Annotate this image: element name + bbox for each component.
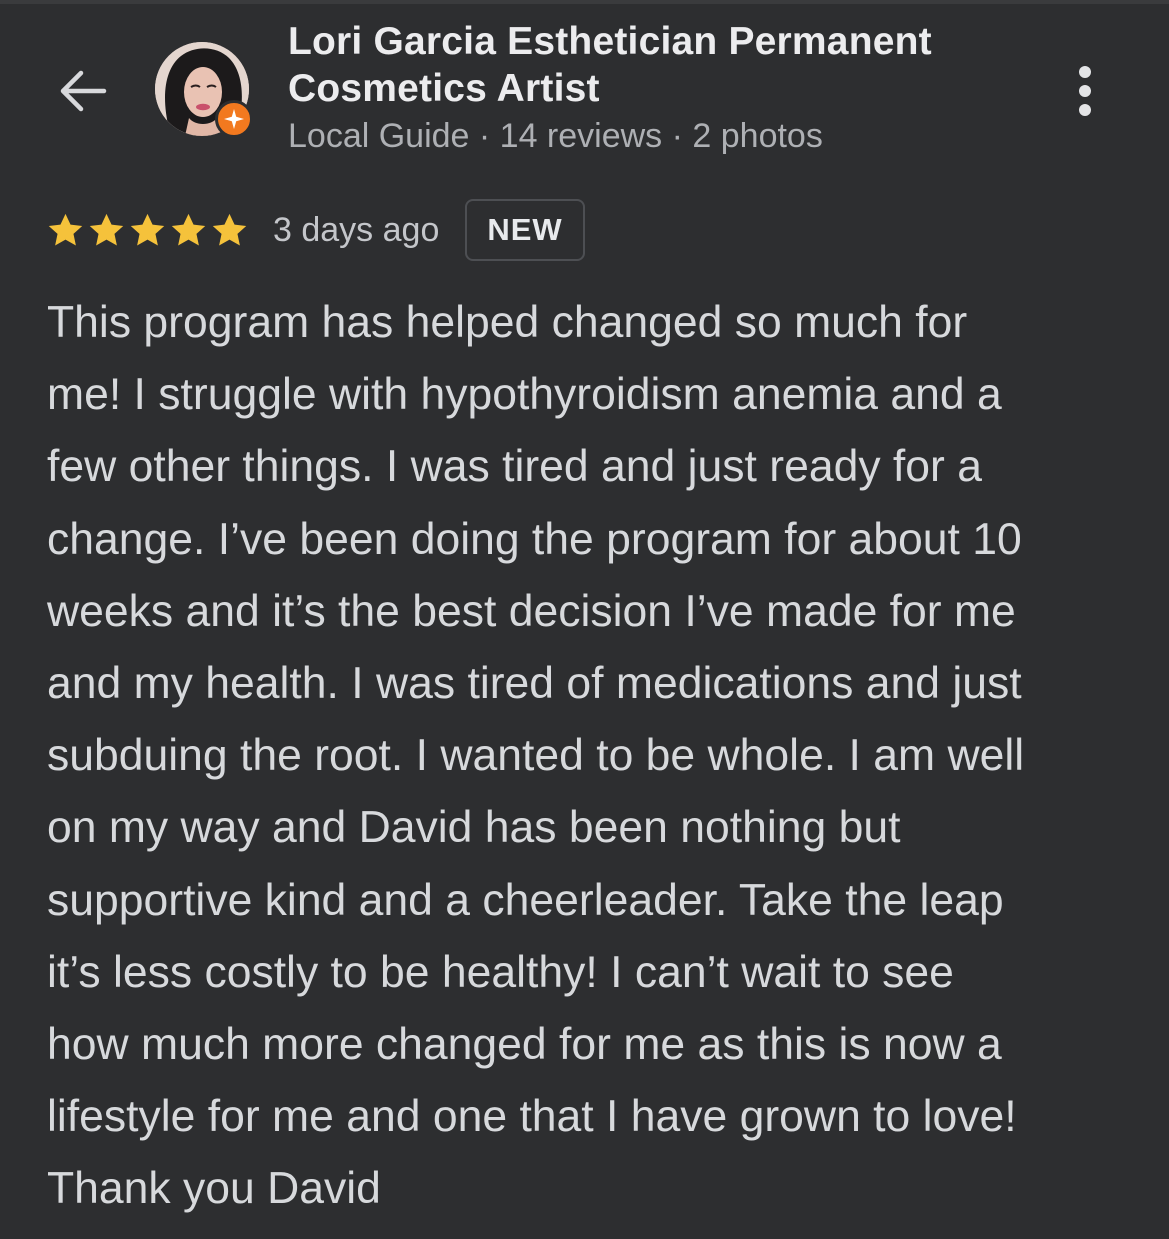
review-text-line: subduing the root. I wanted to be whole.… [47, 731, 1025, 781]
review-date: 3 days ago [273, 210, 440, 249]
review-text: This program has helped changed so much … [47, 287, 1137, 1226]
more-vertical-icon-dot [1079, 85, 1091, 97]
star-icon [89, 213, 124, 245]
review-text-line: change. I’ve been doing the program for … [47, 514, 1022, 564]
author-avatar[interactable] [155, 42, 253, 138]
star-icon [171, 213, 206, 245]
star-icon [212, 213, 247, 245]
review-text-line: Thank you David [47, 1164, 381, 1214]
top-edge-divider [0, 0, 1169, 4]
more-options-button[interactable] [1060, 58, 1110, 124]
review-text-line: how much more changed for me as this is … [47, 1020, 1002, 1070]
review-text-line: supportive kind and a cheerleader. Take … [47, 875, 1004, 925]
more-vertical-icon-dot [1079, 104, 1091, 116]
review-text-line: few other things. I was tired and just r… [47, 442, 982, 492]
review-text-line: This program has helped changed so much … [47, 298, 968, 347]
arrow-left-icon [60, 70, 107, 112]
star-icon [130, 213, 165, 245]
rating-row: 3 days ago NEW [46, 198, 585, 262]
review-text-line: weeks and it’s the best decision I’ve ma… [47, 586, 1016, 636]
back-button[interactable] [50, 58, 116, 124]
star-icon [48, 213, 83, 245]
author-name[interactable]: Lori Garcia Esthetician Permanent Cosmet… [288, 18, 1048, 112]
review-text-line: me! I struggle with hypothyroidism anemi… [47, 370, 1002, 420]
author-meta: Local Guide · 14 reviews · 2 photos [288, 117, 823, 155]
new-badge: NEW [465, 199, 585, 261]
review-text-line: lifestyle for me and one that I have gro… [47, 1092, 1017, 1142]
review-text-line: it’s less costly to be healthy! I can’t … [47, 947, 954, 997]
star-rating [46, 211, 249, 250]
more-vertical-icon-dot [1079, 66, 1091, 78]
local-guide-badge-icon [215, 100, 253, 138]
review-text-line: on my way and David has been nothing but [47, 803, 901, 853]
review-text-line: and my health. I was tired of medication… [47, 659, 1022, 709]
